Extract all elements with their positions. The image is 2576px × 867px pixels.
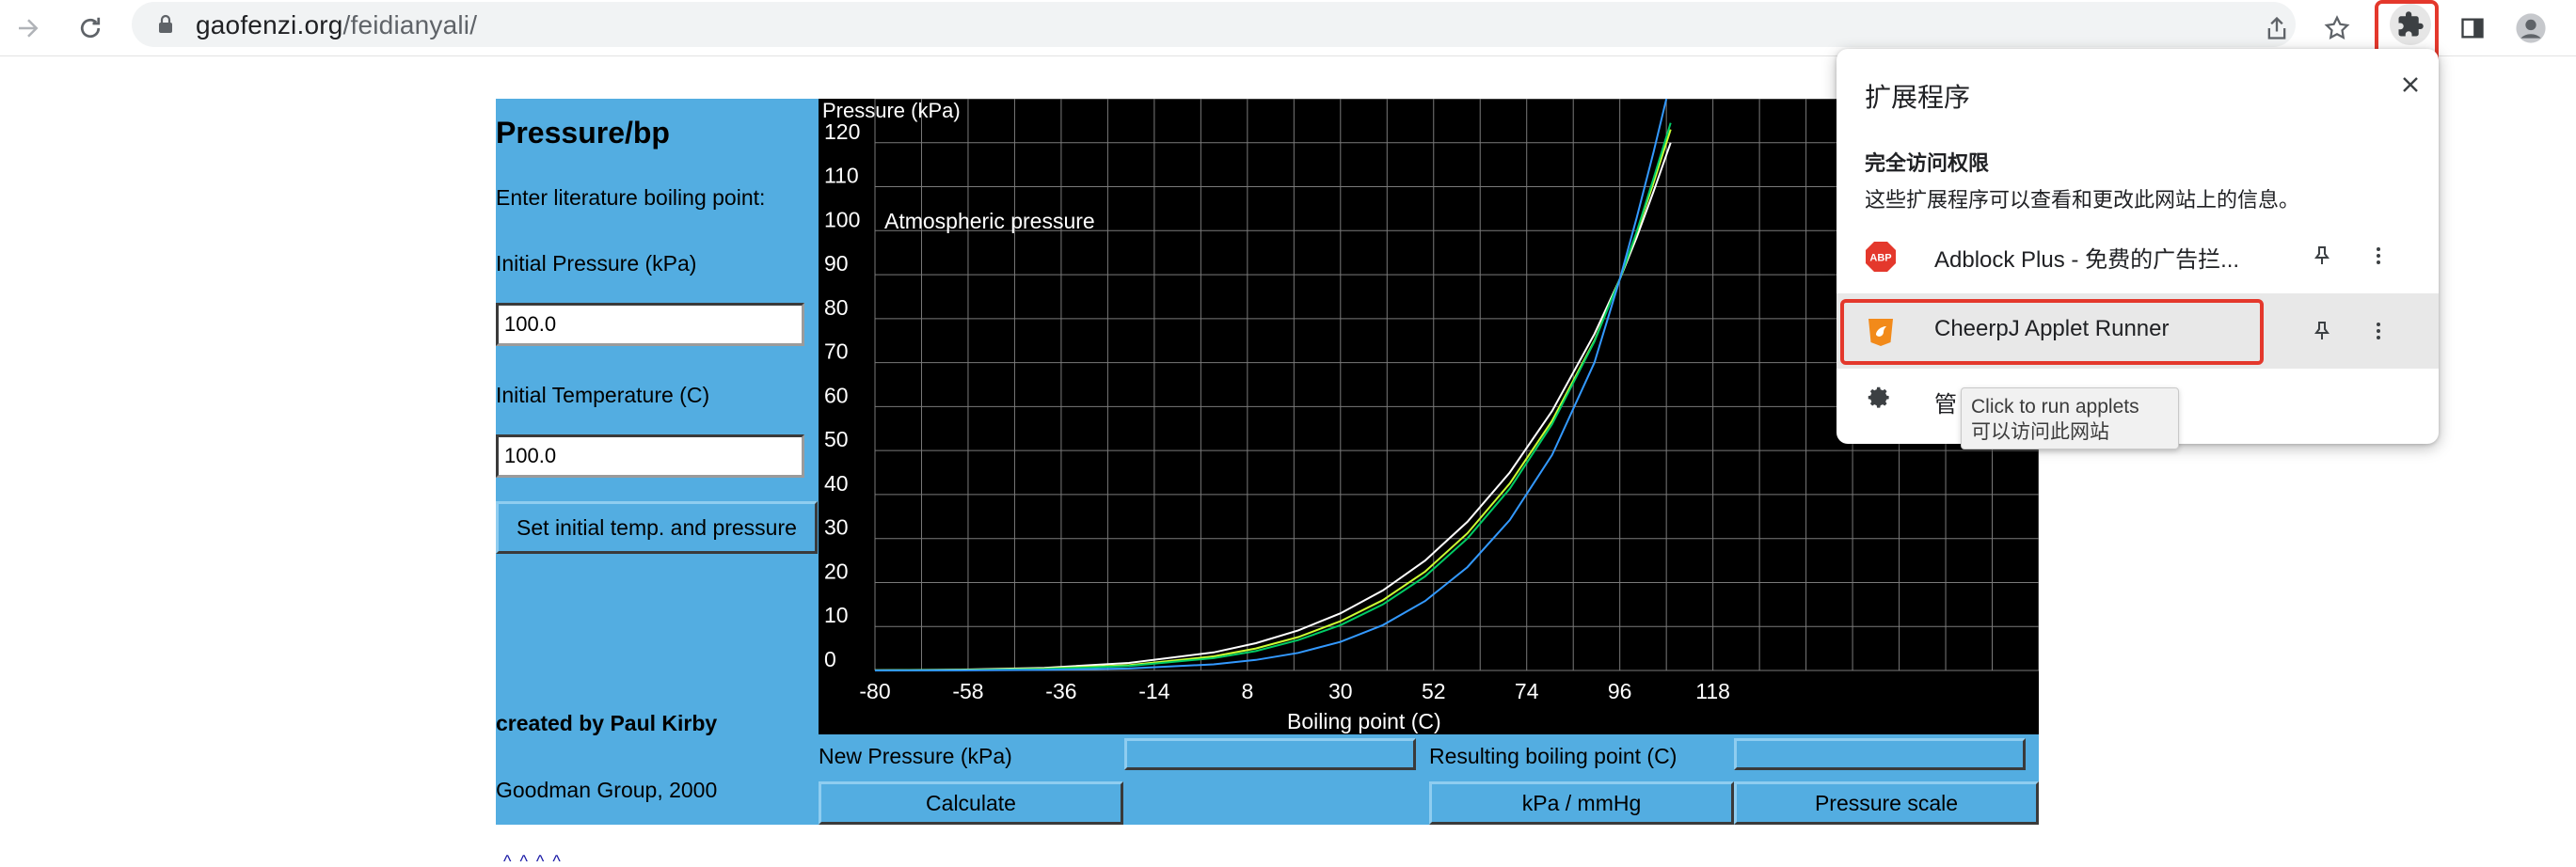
resulting-bp-output — [1734, 738, 2026, 770]
y-tick-label: 120 — [824, 119, 860, 144]
profile-avatar-icon[interactable] — [2508, 6, 2553, 51]
chart-annotation: Atmospheric pressure — [884, 209, 1095, 233]
close-icon[interactable] — [2390, 64, 2431, 105]
x-tick-label: -36 — [1045, 679, 1076, 703]
url-host: gaofenzi.org — [196, 10, 343, 39]
x-tick-label: 118 — [1695, 679, 1730, 703]
set-initial-button[interactable]: Set initial temp. and pressure — [496, 501, 818, 554]
series-line-3 — [874, 99, 1668, 671]
address-bar[interactable]: gaofenzi.org/feidianyali/ — [132, 2, 2296, 47]
series-line-2 — [874, 122, 1672, 671]
y-tick-label: 20 — [824, 559, 849, 583]
x-tick-label: 96 — [1608, 679, 1632, 703]
new-pressure-label: New Pressure (kPa) — [819, 744, 1012, 768]
y-tick-label: 40 — [824, 471, 849, 496]
full-access-description: 这些扩展程序可以查看和更改此网站上的信息。 — [1865, 188, 2300, 212]
url-path: /feidianyali/ — [342, 10, 478, 39]
url-text[interactable]: gaofenzi.org/feidianyali/ — [196, 10, 477, 40]
calculate-button[interactable]: Calculate — [819, 781, 1123, 825]
initial-pressure-label: Initial Pressure (kPa) — [496, 251, 697, 276]
y-tick-label: 90 — [824, 251, 849, 276]
cheerpj-tooltip: Click to run applets 可以访问此网站 — [1961, 387, 2179, 449]
credit-author: created by Paul Kirby — [496, 711, 718, 735]
tooltip-line-2: 可以访问此网站 — [1971, 421, 2109, 443]
y-tick-label: 70 — [824, 339, 849, 364]
new-pressure-input[interactable] — [1124, 738, 1416, 770]
side-panel-icon[interactable] — [2450, 6, 2495, 51]
browser-toolbar: gaofenzi.org/feidianyali/ — [0, 0, 2576, 56]
share-icon[interactable] — [2254, 6, 2299, 51]
chart-ylabel: Pressure (kPa) — [822, 99, 961, 122]
abp-icon: ABP — [1865, 241, 1897, 273]
applet-title: Pressure/bp — [496, 116, 670, 150]
y-tick-label: 60 — [824, 383, 849, 407]
pressure-scale-button[interactable]: Pressure scale — [1734, 781, 2039, 825]
lock-icon[interactable] — [154, 13, 177, 36]
y-tick-label: 80 — [824, 295, 849, 320]
extension-name-adblock: Adblock Plus - 免费的广告拦... — [1934, 247, 2240, 273]
extension-item-adblock[interactable]: ABP Adblock Plus - 免费的广告拦... — [1837, 218, 2439, 293]
units-toggle-button[interactable]: kPa / mmHg — [1429, 781, 1734, 825]
y-tick-label: 0 — [824, 647, 836, 671]
x-tick-label: -14 — [1138, 679, 1169, 703]
manage-extensions-label: 管 — [1934, 392, 1957, 418]
x-tick-label: 52 — [1422, 679, 1446, 703]
reload-icon[interactable] — [68, 6, 113, 51]
chart-axes: -80 -58 -36 -14 8 30 52 74 96 118 0 10 20 30 40 50 60 70 8… — [824, 119, 1730, 703]
more-vert-icon[interactable] — [2361, 314, 2395, 348]
extensions-popup: 扩展程序 完全访问权限 这些扩展程序可以查看和更改此网站上的信息。 ABP Ad… — [1837, 49, 2439, 444]
y-tick-label: 10 — [824, 603, 849, 627]
chart-series — [874, 99, 1672, 671]
bookmark-star-icon[interactable] — [2314, 6, 2360, 51]
pin-icon[interactable] — [2305, 239, 2339, 273]
tooltip-line-1: Click to run applets — [1971, 396, 2139, 418]
x-tick-label: 8 — [1241, 679, 1253, 703]
credit-group: Goodman Group, 2000 — [496, 778, 718, 802]
resulting-bp-label: Resulting boiling point (C) — [1429, 744, 1678, 768]
footer-dots: ^ ^ ^ ^ — [503, 852, 563, 867]
y-tick-label: 100 — [824, 207, 860, 231]
enter-bp-label: Enter literature boiling point: — [496, 185, 766, 210]
full-access-title: 完全访问权限 — [1865, 151, 1990, 175]
cheerpj-row-highlight — [1840, 299, 2264, 365]
y-tick-label: 30 — [824, 515, 849, 540]
x-tick-label: -58 — [952, 679, 983, 703]
initial-pressure-input[interactable]: 100.0 — [496, 303, 804, 346]
x-tick-label: 74 — [1515, 679, 1539, 703]
x-tick-label: 30 — [1328, 679, 1353, 703]
more-vert-icon[interactable] — [2361, 239, 2395, 273]
pressure-bp-applet: Pressure/bp Enter literature boiling poi… — [496, 99, 2039, 825]
pin-icon[interactable] — [2305, 314, 2339, 348]
svg-text:ABP: ABP — [1869, 253, 1891, 264]
chart-xlabel: Boiling point (C) — [1287, 709, 1441, 733]
x-tick-label: -80 — [859, 679, 890, 703]
popup-title: 扩展程序 — [1865, 83, 1971, 112]
gear-icon — [1865, 384, 1897, 416]
y-tick-label: 50 — [824, 427, 849, 451]
y-tick-label: 110 — [824, 164, 859, 188]
initial-temperature-input[interactable]: 100.0 — [496, 434, 804, 478]
initial-temperature-label: Initial Temperature (C) — [496, 383, 710, 407]
forward-icon[interactable] — [6, 6, 51, 51]
